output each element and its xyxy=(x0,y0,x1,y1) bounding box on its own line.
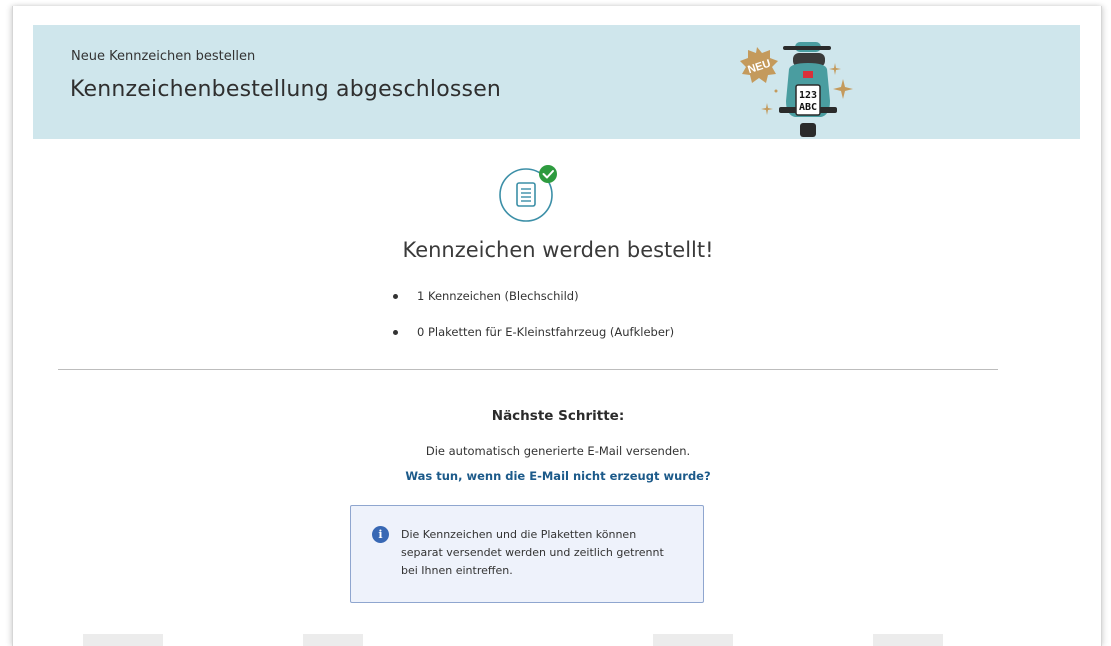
document-check-icon xyxy=(499,165,557,222)
header-banner: Neue Kennzeichen bestellen Kennzeichenbe… xyxy=(33,25,1080,139)
sparkle-icon xyxy=(761,103,773,115)
sparkle-icon xyxy=(829,63,841,75)
next-steps-title: Nächste Schritte: xyxy=(491,408,625,424)
order-summary-list: 1 Kennzeichen (Blechschild) 0 Plaketten … xyxy=(391,289,674,361)
new-badge: NEU xyxy=(740,47,778,83)
email-help-link[interactable]: Was tun, wenn die E-Mail nicht erzeugt w… xyxy=(13,469,1103,483)
status-heading: Kennzeichen werden bestellt! xyxy=(402,238,714,262)
info-box: i Die Kennzeichen und die Plaketten könn… xyxy=(350,505,704,603)
next-steps-text: Die automatisch generierte E-Mail versen… xyxy=(425,444,691,458)
breadcrumb: Neue Kennzeichen bestellen xyxy=(71,49,256,64)
info-icon: i xyxy=(372,526,389,543)
page-title: Kennzeichenbestellung abgeschlossen xyxy=(70,77,502,102)
footer-tab xyxy=(83,634,163,646)
page-frame: Neue Kennzeichen bestellen Kennzeichenbe… xyxy=(12,6,1102,646)
divider xyxy=(58,369,998,370)
sparkle-icon xyxy=(833,79,853,99)
scooter-illustration: NEU 123 ABC xyxy=(740,42,853,137)
footer-tab xyxy=(653,634,733,646)
plate-line-1: 123 xyxy=(799,90,817,101)
plate-line-2: ABC xyxy=(799,102,817,113)
list-item: 1 Kennzeichen (Blechschild) xyxy=(391,289,674,325)
footer-tab xyxy=(873,634,943,646)
list-item: 0 Plaketten für E-Kleinstfahrzeug (Aufkl… xyxy=(391,325,674,361)
info-text: Die Kennzeichen und die Plaketten können… xyxy=(401,528,664,577)
footer-tab xyxy=(303,634,363,646)
footer-strip xyxy=(13,634,1103,646)
